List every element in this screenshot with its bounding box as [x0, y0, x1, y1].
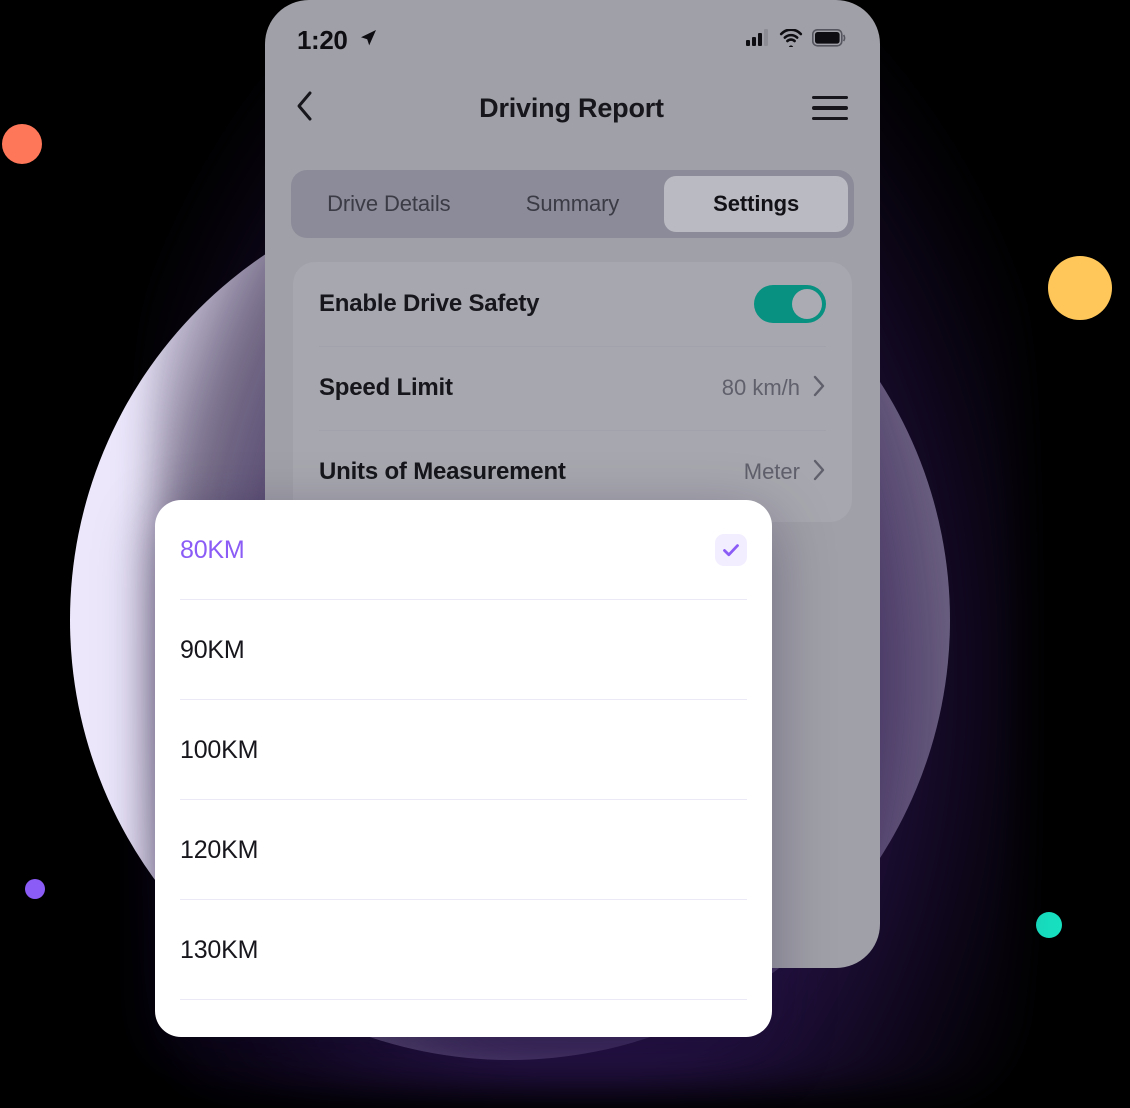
decorative-dot-purple — [25, 879, 45, 899]
option-100km[interactable]: 100KM — [155, 700, 772, 800]
status-bar-left: 1:20 — [297, 25, 378, 56]
settings-card: Enable Drive Safety Speed Limit 80 km/h — [293, 262, 852, 522]
tab-settings-label: Settings — [713, 191, 800, 216]
chevron-right-icon — [813, 375, 826, 402]
decorative-dot-teal — [1036, 912, 1062, 938]
tab-bar: Drive Details Summary Settings — [291, 170, 854, 238]
speed-limit-picker-sheet: 80KM 90KM 100KM 120KM 130KM — [155, 500, 772, 1037]
setting-label-speed-limit: Speed Limit — [319, 374, 453, 401]
chevron-left-icon — [295, 90, 313, 127]
option-80km-label: 80KM — [180, 535, 245, 564]
setting-value-group-speed-limit: 80 km/h — [722, 375, 826, 402]
status-bar: 1:20 — [265, 22, 880, 58]
setting-label-enable-drive-safety: Enable Drive Safety — [319, 290, 540, 317]
setting-value-speed-limit: 80 km/h — [721, 375, 800, 400]
drive-safety-toggle[interactable] — [754, 285, 826, 323]
status-bar-right — [746, 27, 846, 52]
option-90km[interactable]: 90KM — [155, 600, 772, 700]
option-100km-label: 100KM — [180, 735, 259, 764]
option-130km[interactable]: 130KM — [155, 900, 772, 1000]
tab-drive-details[interactable]: Drive Details — [297, 176, 481, 232]
tab-drive-details-label: Drive Details — [327, 191, 451, 216]
setting-label-units-of-measurement: Units of Measurement — [319, 458, 566, 485]
hamburger-menu-icon[interactable] — [812, 88, 852, 128]
setting-row-enable-drive-safety[interactable]: Enable Drive Safety — [319, 262, 826, 346]
option-80km[interactable]: 80KM — [155, 500, 772, 600]
status-time: 1:20 — [297, 24, 348, 55]
wifi-icon — [779, 27, 803, 52]
option-120km[interactable]: 120KM — [155, 800, 772, 900]
option-90km-label: 90KM — [180, 635, 245, 664]
navigation-bar: Driving Report — [265, 80, 880, 136]
check-icon — [715, 534, 747, 566]
tab-summary[interactable]: Summary — [481, 176, 665, 232]
setting-row-speed-limit[interactable]: Speed Limit 80 km/h — [319, 346, 826, 430]
toggle-knob — [792, 289, 822, 319]
option-120km-label: 120KM — [180, 835, 259, 864]
decorative-dot-yellow — [1048, 256, 1112, 320]
cellular-signal-icon — [746, 29, 770, 51]
setting-value-group-units: Meter — [744, 459, 826, 486]
option-130km-label: 130KM — [180, 935, 259, 964]
back-button[interactable] — [295, 88, 331, 128]
battery-full-icon — [812, 28, 846, 52]
location-arrow-icon — [358, 28, 378, 53]
chevron-right-icon — [813, 459, 826, 486]
screenshot-stage: 1:20 Driving Report Drive Details Summar… — [0, 0, 1130, 1108]
decorative-dot-orange — [2, 124, 42, 164]
tab-summary-label: Summary — [525, 191, 620, 216]
tab-settings[interactable]: Settings — [664, 176, 849, 232]
setting-value-units-of-measurement: Meter — [743, 459, 800, 484]
page-title: Driving Report — [479, 92, 664, 123]
